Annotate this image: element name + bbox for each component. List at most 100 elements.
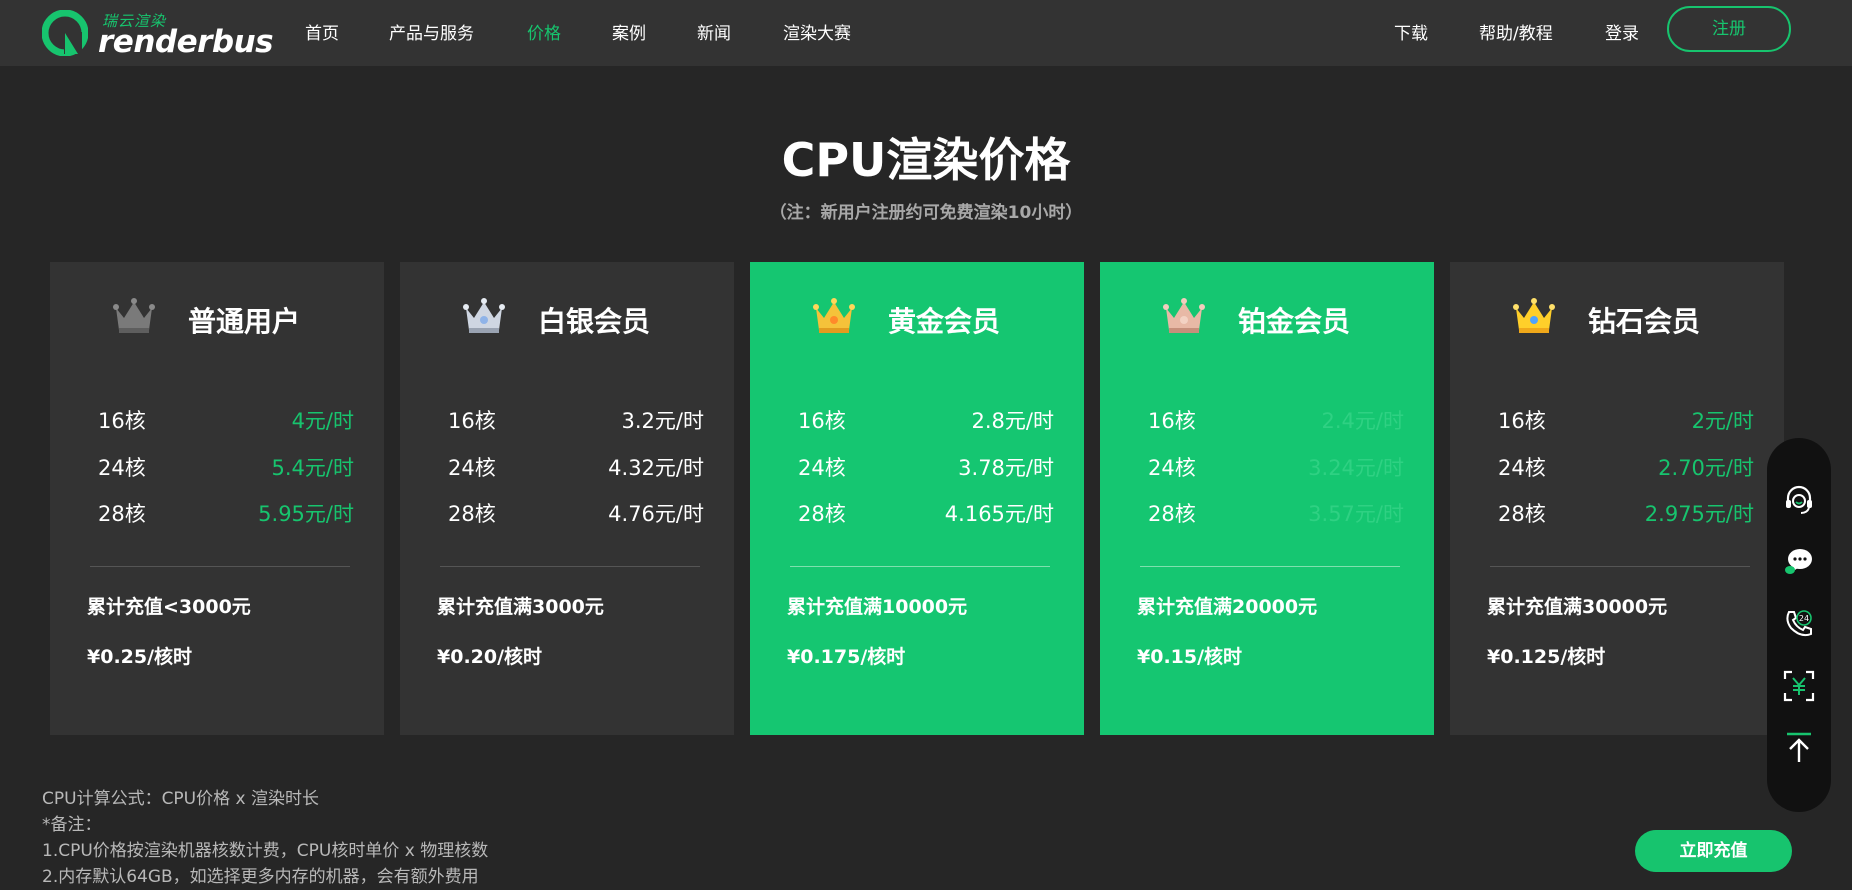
price-scan-icon[interactable] xyxy=(1781,668,1817,704)
core-count: 24核 xyxy=(798,456,846,480)
price-row: 24核 2.70元/时 xyxy=(1498,452,1754,482)
nav-item-cases[interactable]: 案例 xyxy=(612,19,646,44)
pricing-card-silver: 白银会员 16核 3.2元/时 24核 4.32元/时 28核 4.76元/时 … xyxy=(400,262,734,735)
recharge-requirement: 累计充值<3000元 xyxy=(87,596,251,618)
nav-item-news[interactable]: 新闻 xyxy=(697,19,731,44)
core-count: 28核 xyxy=(448,502,496,526)
card-header: 普通用户 xyxy=(50,292,384,342)
price-row: 16核 2.8元/时 xyxy=(798,405,1054,435)
price-row: 28核 4.165元/时 xyxy=(798,498,1054,528)
core-count: 24核 xyxy=(1498,456,1546,480)
price-row: 16核 4元/时 xyxy=(98,405,354,435)
core-count: 24核 xyxy=(98,456,146,480)
back-to-top-icon[interactable] xyxy=(1781,730,1817,766)
core-count: 16核 xyxy=(448,409,496,433)
price-row: 16核 2元/时 xyxy=(1498,405,1754,435)
floating-sidebar: 24 xyxy=(1767,438,1831,812)
core-hour-price: ¥0.175/核时 xyxy=(787,646,906,668)
core-count: 28核 xyxy=(98,502,146,526)
price-value: 4元/时 xyxy=(291,409,354,433)
nav-item-login[interactable]: 登录 xyxy=(1605,19,1639,44)
recharge-requirement: 累计充值满30000元 xyxy=(1487,596,1668,618)
price-value: 2元/时 xyxy=(1691,409,1754,433)
phone-24h-icon[interactable]: 24 xyxy=(1781,606,1817,642)
price-value: 2.975元/时 xyxy=(1644,502,1754,526)
core-count: 16核 xyxy=(98,409,146,433)
platinum-crown-icon xyxy=(1163,298,1205,333)
price-row: 28核 4.76元/时 xyxy=(448,498,704,528)
card-title: 铂金会员 xyxy=(1238,305,1351,338)
card-title: 钻石会员 xyxy=(1588,305,1701,338)
card-divider xyxy=(1490,566,1750,567)
card-header: 铂金会员 xyxy=(1100,292,1434,342)
price-row: 28核 3.57元/时 xyxy=(1148,498,1404,528)
core-hour-price: ¥0.20/核时 xyxy=(437,646,543,668)
price-row: 28核 2.975元/时 xyxy=(1498,498,1754,528)
headset-service-icon[interactable] xyxy=(1781,482,1817,518)
silver-crown-icon xyxy=(463,298,505,333)
core-count: 28核 xyxy=(798,502,846,526)
wechat-chat-icon[interactable] xyxy=(1781,544,1817,580)
gold-crown-icon xyxy=(813,298,855,333)
card-divider xyxy=(90,566,350,567)
price-row: 16核 2.4元/时 xyxy=(1148,405,1404,435)
price-value: 4.32元/时 xyxy=(608,456,704,480)
price-row: 28核 5.95元/时 xyxy=(98,498,354,528)
core-count: 16核 xyxy=(1498,409,1546,433)
price-row: 24核 3.24元/时 xyxy=(1148,452,1404,482)
price-row: 24核 5.4元/时 xyxy=(98,452,354,482)
card-divider xyxy=(440,566,700,567)
price-value: 2.4元/时 xyxy=(1321,409,1404,433)
remark-item: 2.内存默认64GB，如选择更多内存的机器，会有额外费用 xyxy=(42,867,479,887)
card-header: 黄金会员 xyxy=(750,292,1084,342)
core-count: 28核 xyxy=(1498,502,1546,526)
page-subtitle: （注：新用户注册约可免费渲染10小时） xyxy=(769,203,1083,223)
page-title: CPU渲染价格 xyxy=(781,133,1071,187)
nav-item-contest[interactable]: 渲染大赛 xyxy=(783,19,851,44)
card-title: 黄金会员 xyxy=(888,305,1001,338)
nav-item-products[interactable]: 产品与服务 xyxy=(389,19,474,44)
price-value: 3.78元/时 xyxy=(958,456,1054,480)
price-value: 3.24元/时 xyxy=(1308,456,1404,480)
remark-heading: *备注： xyxy=(42,815,102,835)
card-header: 钻石会员 xyxy=(1450,292,1784,342)
top-navbar: 瑞云渲染 renderbus 首页 产品与服务 价格 案例 新闻 渲染大赛 下载… xyxy=(0,0,1852,66)
nav-item-download[interactable]: 下载 xyxy=(1394,19,1428,44)
price-value: 2.70元/时 xyxy=(1658,456,1754,480)
price-value: 2.8元/时 xyxy=(971,409,1054,433)
recharge-requirement: 累计充值满3000元 xyxy=(437,596,604,618)
core-hour-price: ¥0.125/核时 xyxy=(1487,646,1606,668)
logo-english-text: renderbus xyxy=(98,24,274,60)
renderbus-logo-mark-icon xyxy=(42,10,88,56)
pricing-card-gold: 黄金会员 16核 2.8元/时 24核 3.78元/时 28核 4.165元/时… xyxy=(750,262,1084,735)
core-hour-price: ¥0.25/核时 xyxy=(87,646,193,668)
recharge-requirement: 累计充值满10000元 xyxy=(787,596,968,618)
price-value: 3.2元/时 xyxy=(621,409,704,433)
formula-note: CPU计算公式：CPU价格 x 渲染时长 xyxy=(42,789,319,809)
nav-item-home[interactable]: 首页 xyxy=(305,19,339,44)
pricing-card-platinum: 铂金会员 16核 2.4元/时 24核 3.24元/时 28核 3.57元/时 … xyxy=(1100,262,1434,735)
card-title: 白银会员 xyxy=(538,305,651,338)
price-row: 24核 3.78元/时 xyxy=(798,452,1054,482)
price-value: 5.95元/时 xyxy=(258,502,354,526)
card-divider xyxy=(790,566,1050,567)
nav-item-pricing[interactable]: 价格 xyxy=(527,19,561,44)
price-value: 3.57元/时 xyxy=(1308,502,1404,526)
diamond-crown-icon xyxy=(1513,298,1555,333)
price-row: 24核 4.32元/时 xyxy=(448,452,704,482)
register-button[interactable]: 注册 xyxy=(1667,6,1791,52)
pricing-notes: CPU计算公式：CPU价格 x 渲染时长 *备注： 1.CPU价格按渲染机器核数… xyxy=(42,786,488,890)
pricing-card-diamond: 钻石会员 16核 2元/时 24核 2.70元/时 28核 2.975元/时 累… xyxy=(1450,262,1784,735)
card-divider xyxy=(1140,566,1400,567)
renderbus-logo[interactable]: 瑞云渲染 renderbus xyxy=(42,8,274,60)
price-value: 5.4元/时 xyxy=(271,456,354,480)
price-row: 16核 3.2元/时 xyxy=(448,405,704,435)
card-header: 白银会员 xyxy=(400,292,734,342)
recharge-requirement: 累计充值满20000元 xyxy=(1137,596,1318,618)
price-value: 4.165元/时 xyxy=(944,502,1054,526)
recharge-now-button[interactable]: 立即充值 xyxy=(1635,830,1792,872)
gray-crown-icon xyxy=(113,298,155,333)
core-count: 24核 xyxy=(1148,456,1196,480)
core-count: 16核 xyxy=(1148,409,1196,433)
nav-item-help[interactable]: 帮助/教程 xyxy=(1479,19,1553,44)
